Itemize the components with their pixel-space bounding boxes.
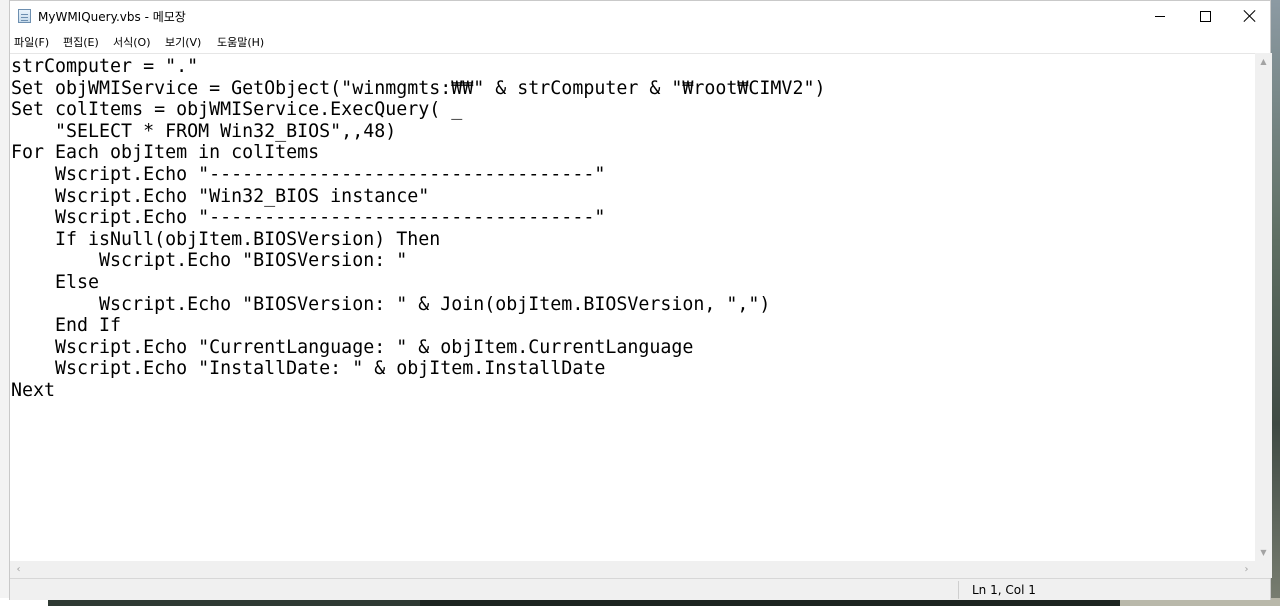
code-line: Wscript.Echo "CurrentLanguage: " & objIt… (11, 336, 694, 358)
close-button[interactable] (1227, 1, 1273, 31)
code-line: strComputer = "." (11, 56, 199, 77)
menu-view[interactable]: 보기(V) (165, 34, 201, 50)
code-line: Set objWMIService = GetObject("winmgmts:… (11, 77, 826, 99)
scroll-up-icon[interactable]: ▲ (1255, 53, 1272, 70)
desktop-background-right (1271, 0, 1280, 606)
scroll-left-icon[interactable]: ‹ (10, 561, 27, 578)
status-divider (958, 581, 959, 599)
code-line: End If (11, 315, 122, 337)
minimize-icon (1155, 15, 1165, 17)
menu-bar: 파일(F) 편집(E) 서식(O) 보기(V) 도움말(H) (10, 31, 1270, 52)
notepad-window: MyWMIQuery.vbs - 메모장 파일(F) 편집(E) 서식(O) 보… (9, 0, 1272, 600)
cursor-position: Ln 1, Col 1 (972, 583, 1036, 597)
code-line: For Each objItem in colItems (11, 142, 320, 164)
notepad-icon[interactable] (18, 9, 31, 23)
text-editor[interactable]: strComputer = "." Set objWMIService = Get… (10, 53, 1255, 562)
code-line: Next (11, 379, 56, 401)
window-title: MyWMIQuery.vbs - 메모장 (38, 10, 186, 24)
menu-format[interactable]: 서식(O) (113, 34, 150, 50)
menu-file[interactable]: 파일(F) (14, 34, 49, 50)
code-line: Wscript.Echo "Win32_BIOS instance" (11, 185, 430, 207)
code-line: Wscript.Echo "BIOSVersion: " (11, 250, 408, 272)
scroll-right-icon[interactable]: › (1238, 561, 1255, 578)
code-line: Set colItems = objWMIService.ExecQuery( … (11, 99, 463, 121)
maximize-icon (1199, 10, 1211, 22)
minimize-button[interactable] (1137, 1, 1183, 31)
scrollbar-corner (1255, 561, 1272, 578)
code-line: Wscript.Echo "--------------------------… (11, 207, 606, 229)
code-line: If isNull(objItem.BIOSVersion) Then (11, 228, 441, 250)
horizontal-scrollbar[interactable]: ‹ › (10, 561, 1255, 578)
close-icon (1244, 10, 1256, 22)
maximize-button[interactable] (1182, 1, 1228, 31)
menu-help[interactable]: 도움말(H) (217, 34, 264, 50)
code-line: "SELECT * FROM Win32_BIOS",,48) (11, 120, 397, 142)
vertical-scrollbar[interactable]: ▲ ▼ (1255, 53, 1272, 561)
title-bar[interactable]: MyWMIQuery.vbs - 메모장 (10, 1, 1270, 31)
code-line: Wscript.Echo "BIOSVersion: " & Join(objI… (11, 293, 771, 315)
code-line: Wscript.Echo "--------------------------… (11, 163, 606, 185)
code-line: Else (11, 271, 100, 293)
code-line: Wscript.Echo "InstallDate: " & objItem.I… (11, 358, 606, 380)
desktop-background-left (0, 0, 9, 606)
editor-content[interactable]: strComputer = "." Set objWMIService = Get… (10, 54, 1255, 402)
scroll-down-icon[interactable]: ▼ (1255, 544, 1272, 561)
menu-edit[interactable]: 편집(E) (63, 34, 99, 50)
status-bar: Ln 1, Col 1 (10, 578, 1270, 600)
